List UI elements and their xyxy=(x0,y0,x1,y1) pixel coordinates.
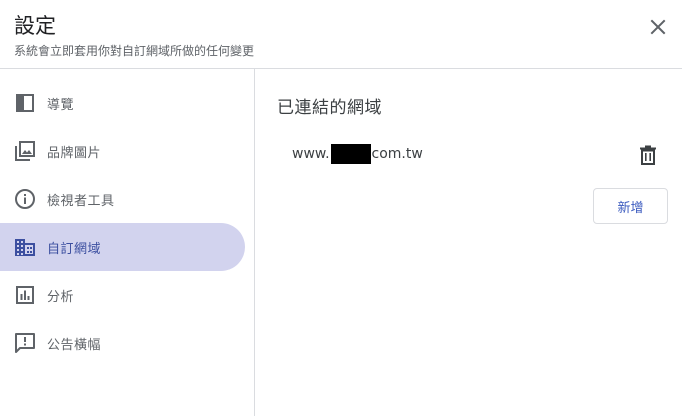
domain-prefix: www. xyxy=(292,146,330,162)
sidebar-item-label: 公告橫幅 xyxy=(47,337,102,353)
settings-sidebar: 導覽 品牌圖片 檢視者工具 自訂網域 分析 公告橫幅 xyxy=(0,69,255,416)
domain-icon xyxy=(14,236,36,258)
trash-icon xyxy=(640,145,656,165)
info-icon xyxy=(14,188,36,210)
sidebar-item-brand-images[interactable]: 品牌圖片 xyxy=(0,127,245,175)
announcement-icon xyxy=(14,332,36,354)
settings-dialog: 設定 系統會立即套用你對自訂網域所做的任何變更 導覽 品牌圖片 檢視者工具 自訂… xyxy=(0,0,682,416)
sidebar-item-navigation[interactable]: 導覽 xyxy=(0,79,245,127)
add-domain-button[interactable]: 新增 xyxy=(593,188,668,224)
section-title: 已連結的網域 xyxy=(277,98,382,118)
close-button[interactable] xyxy=(642,11,674,43)
sidebar-item-announcement-banner[interactable]: 公告橫幅 xyxy=(0,319,245,367)
layout-panel-icon xyxy=(14,92,36,114)
image-library-icon xyxy=(14,140,36,162)
sidebar-item-analytics[interactable]: 分析 xyxy=(0,271,245,319)
main-content: 已連結的網域 www. com.tw 新增 xyxy=(256,69,682,416)
sidebar-item-label: 導覽 xyxy=(47,97,75,113)
sidebar-item-viewer-tools[interactable]: 檢視者工具 xyxy=(0,175,245,223)
sidebar-item-label: 分析 xyxy=(47,289,75,305)
close-icon xyxy=(650,19,666,35)
domain-suffix: com.tw xyxy=(371,146,423,162)
redacted-block xyxy=(330,144,371,164)
dialog-title: 設定 xyxy=(14,14,56,38)
dialog-header: 設定 系統會立即套用你對自訂網域所做的任何變更 xyxy=(0,0,682,69)
delete-domain-button[interactable] xyxy=(636,143,660,167)
sidebar-item-label: 自訂網域 xyxy=(47,241,102,257)
dialog-subtitle: 系統會立即套用你對自訂網域所做的任何變更 xyxy=(14,44,255,58)
sidebar-item-custom-domain[interactable]: 自訂網域 xyxy=(0,223,245,271)
domain-entry: www. com.tw xyxy=(292,143,423,165)
analytics-icon xyxy=(14,284,36,306)
sidebar-item-label: 檢視者工具 xyxy=(47,193,115,209)
sidebar-item-label: 品牌圖片 xyxy=(47,145,102,161)
